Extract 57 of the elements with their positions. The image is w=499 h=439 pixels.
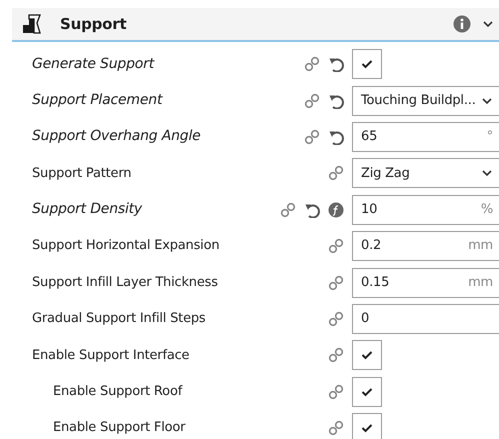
field-value: 0.15: [361, 274, 390, 292]
info-icon[interactable]: [453, 15, 471, 33]
setting-label: Enable Support Roof: [52, 382, 184, 401]
field-value: 10: [361, 201, 378, 219]
dropdown-value: Zig Zag: [361, 164, 411, 183]
setting-label: Enable Support Floor: [52, 419, 186, 438]
setting-label: Generate Support: [31, 54, 156, 74]
link-icon[interactable]: [328, 420, 344, 436]
dropdown-value: Touching Buildpl...: [361, 92, 477, 110]
number-field[interactable]: 10 %: [352, 194, 499, 225]
check-icon: [361, 350, 373, 360]
dropdown[interactable]: Zig Zag: [352, 158, 499, 188]
reset-icon[interactable]: [328, 56, 344, 72]
link-icon[interactable]: [280, 202, 296, 218]
setting-label: Gradual Support Infill Steps: [31, 310, 206, 328]
setting-label: Support Overhang Angle: [31, 127, 202, 146]
link-icon[interactable]: [328, 310, 344, 327]
support-icon: [20, 13, 42, 35]
unit-label: mm: [468, 237, 493, 256]
unit-label: mm: [468, 274, 493, 292]
checkbox[interactable]: [352, 340, 382, 370]
section-title: Support: [60, 14, 128, 35]
number-field[interactable]: 65 °: [352, 122, 499, 152]
checkbox[interactable]: [352, 376, 382, 407]
check-icon: [361, 423, 373, 434]
check-icon: [361, 59, 373, 70]
function-icon[interactable]: [328, 202, 344, 218]
check-icon: [361, 386, 373, 397]
number-field[interactable]: 0.2 mm: [352, 231, 499, 262]
dropdown[interactable]: Touching Buildpl...: [352, 86, 499, 116]
setting-label: Support Density: [31, 200, 144, 220]
unit-label: °: [486, 128, 493, 146]
link-icon[interactable]: [328, 274, 344, 291]
reset-icon[interactable]: [304, 202, 320, 218]
setting-label: Support Pattern: [31, 164, 132, 183]
unit-label: %: [480, 201, 493, 219]
field-value: 0: [361, 310, 370, 328]
field-value: 0.2: [361, 237, 382, 256]
link-icon[interactable]: [304, 128, 320, 145]
link-icon[interactable]: [328, 238, 344, 254]
link-icon[interactable]: [304, 92, 320, 109]
link-icon[interactable]: [328, 347, 344, 364]
setting-label: Support Horizontal Expansion: [31, 237, 220, 256]
number-field[interactable]: 0: [352, 304, 499, 334]
checkbox[interactable]: [352, 413, 382, 439]
setting-label: Enable Support Interface: [31, 346, 190, 365]
field-value: 65: [361, 128, 378, 146]
link-icon[interactable]: [304, 56, 320, 72]
section-header[interactable]: Support: [12, 8, 499, 42]
number-field[interactable]: 0.15 mm: [352, 268, 499, 298]
link-icon[interactable]: [328, 384, 344, 400]
reset-icon[interactable]: [328, 128, 344, 145]
link-icon[interactable]: [328, 165, 344, 182]
checkbox[interactable]: [352, 49, 382, 80]
setting-label: Support Placement: [31, 91, 164, 110]
reset-icon[interactable]: [328, 92, 344, 109]
setting-label: Support Infill Layer Thickness: [31, 274, 219, 292]
